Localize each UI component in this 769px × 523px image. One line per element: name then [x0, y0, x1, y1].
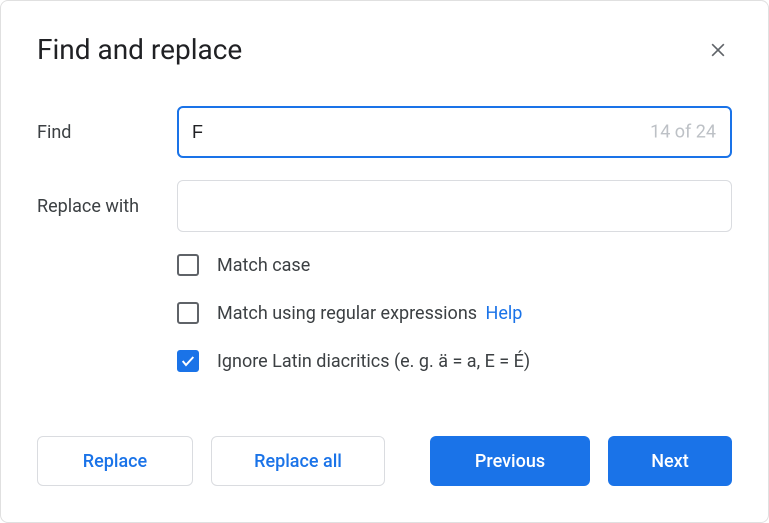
replace-button[interactable]: Replace — [37, 436, 193, 486]
dialog-header: Find and replace — [37, 33, 732, 66]
regex-help-link[interactable]: Help — [486, 303, 523, 324]
find-input-wrapper: 14 of 24 — [177, 106, 732, 158]
close-button[interactable] — [704, 36, 732, 64]
diacritics-checkbox[interactable] — [177, 350, 199, 372]
find-replace-dialog: Find and replace Find 14 of 24 Replace w… — [0, 0, 769, 523]
diacritics-label: Ignore Latin diacritics (e. g. ä = a, E … — [217, 351, 530, 372]
diacritics-row: Ignore Latin diacritics (e. g. ä = a, E … — [177, 350, 732, 372]
match-case-row: Match case — [177, 254, 732, 276]
match-case-label: Match case — [217, 255, 310, 276]
find-label: Find — [37, 122, 177, 143]
button-spacer — [403, 436, 412, 486]
previous-button[interactable]: Previous — [430, 436, 590, 486]
replace-label: Replace with — [37, 196, 177, 217]
find-input[interactable] — [177, 106, 732, 158]
close-icon — [708, 40, 728, 60]
dialog-title: Find and replace — [37, 33, 242, 66]
regex-label: Match using regular expressions Help — [217, 303, 522, 324]
replace-all-button[interactable]: Replace all — [211, 436, 385, 486]
next-button[interactable]: Next — [608, 436, 732, 486]
checkmark-icon — [180, 353, 196, 369]
replace-row: Replace with — [37, 180, 732, 232]
options-group: Match case Match using regular expressio… — [177, 254, 732, 372]
button-row: Replace Replace all Previous Next — [37, 436, 732, 486]
find-row: Find 14 of 24 — [37, 106, 732, 158]
replace-input[interactable] — [177, 180, 732, 232]
replace-input-wrapper — [177, 180, 732, 232]
regex-checkbox[interactable] — [177, 302, 199, 324]
regex-row: Match using regular expressions Help — [177, 302, 732, 324]
regex-label-text: Match using regular expressions — [217, 303, 477, 324]
match-case-checkbox[interactable] — [177, 254, 199, 276]
